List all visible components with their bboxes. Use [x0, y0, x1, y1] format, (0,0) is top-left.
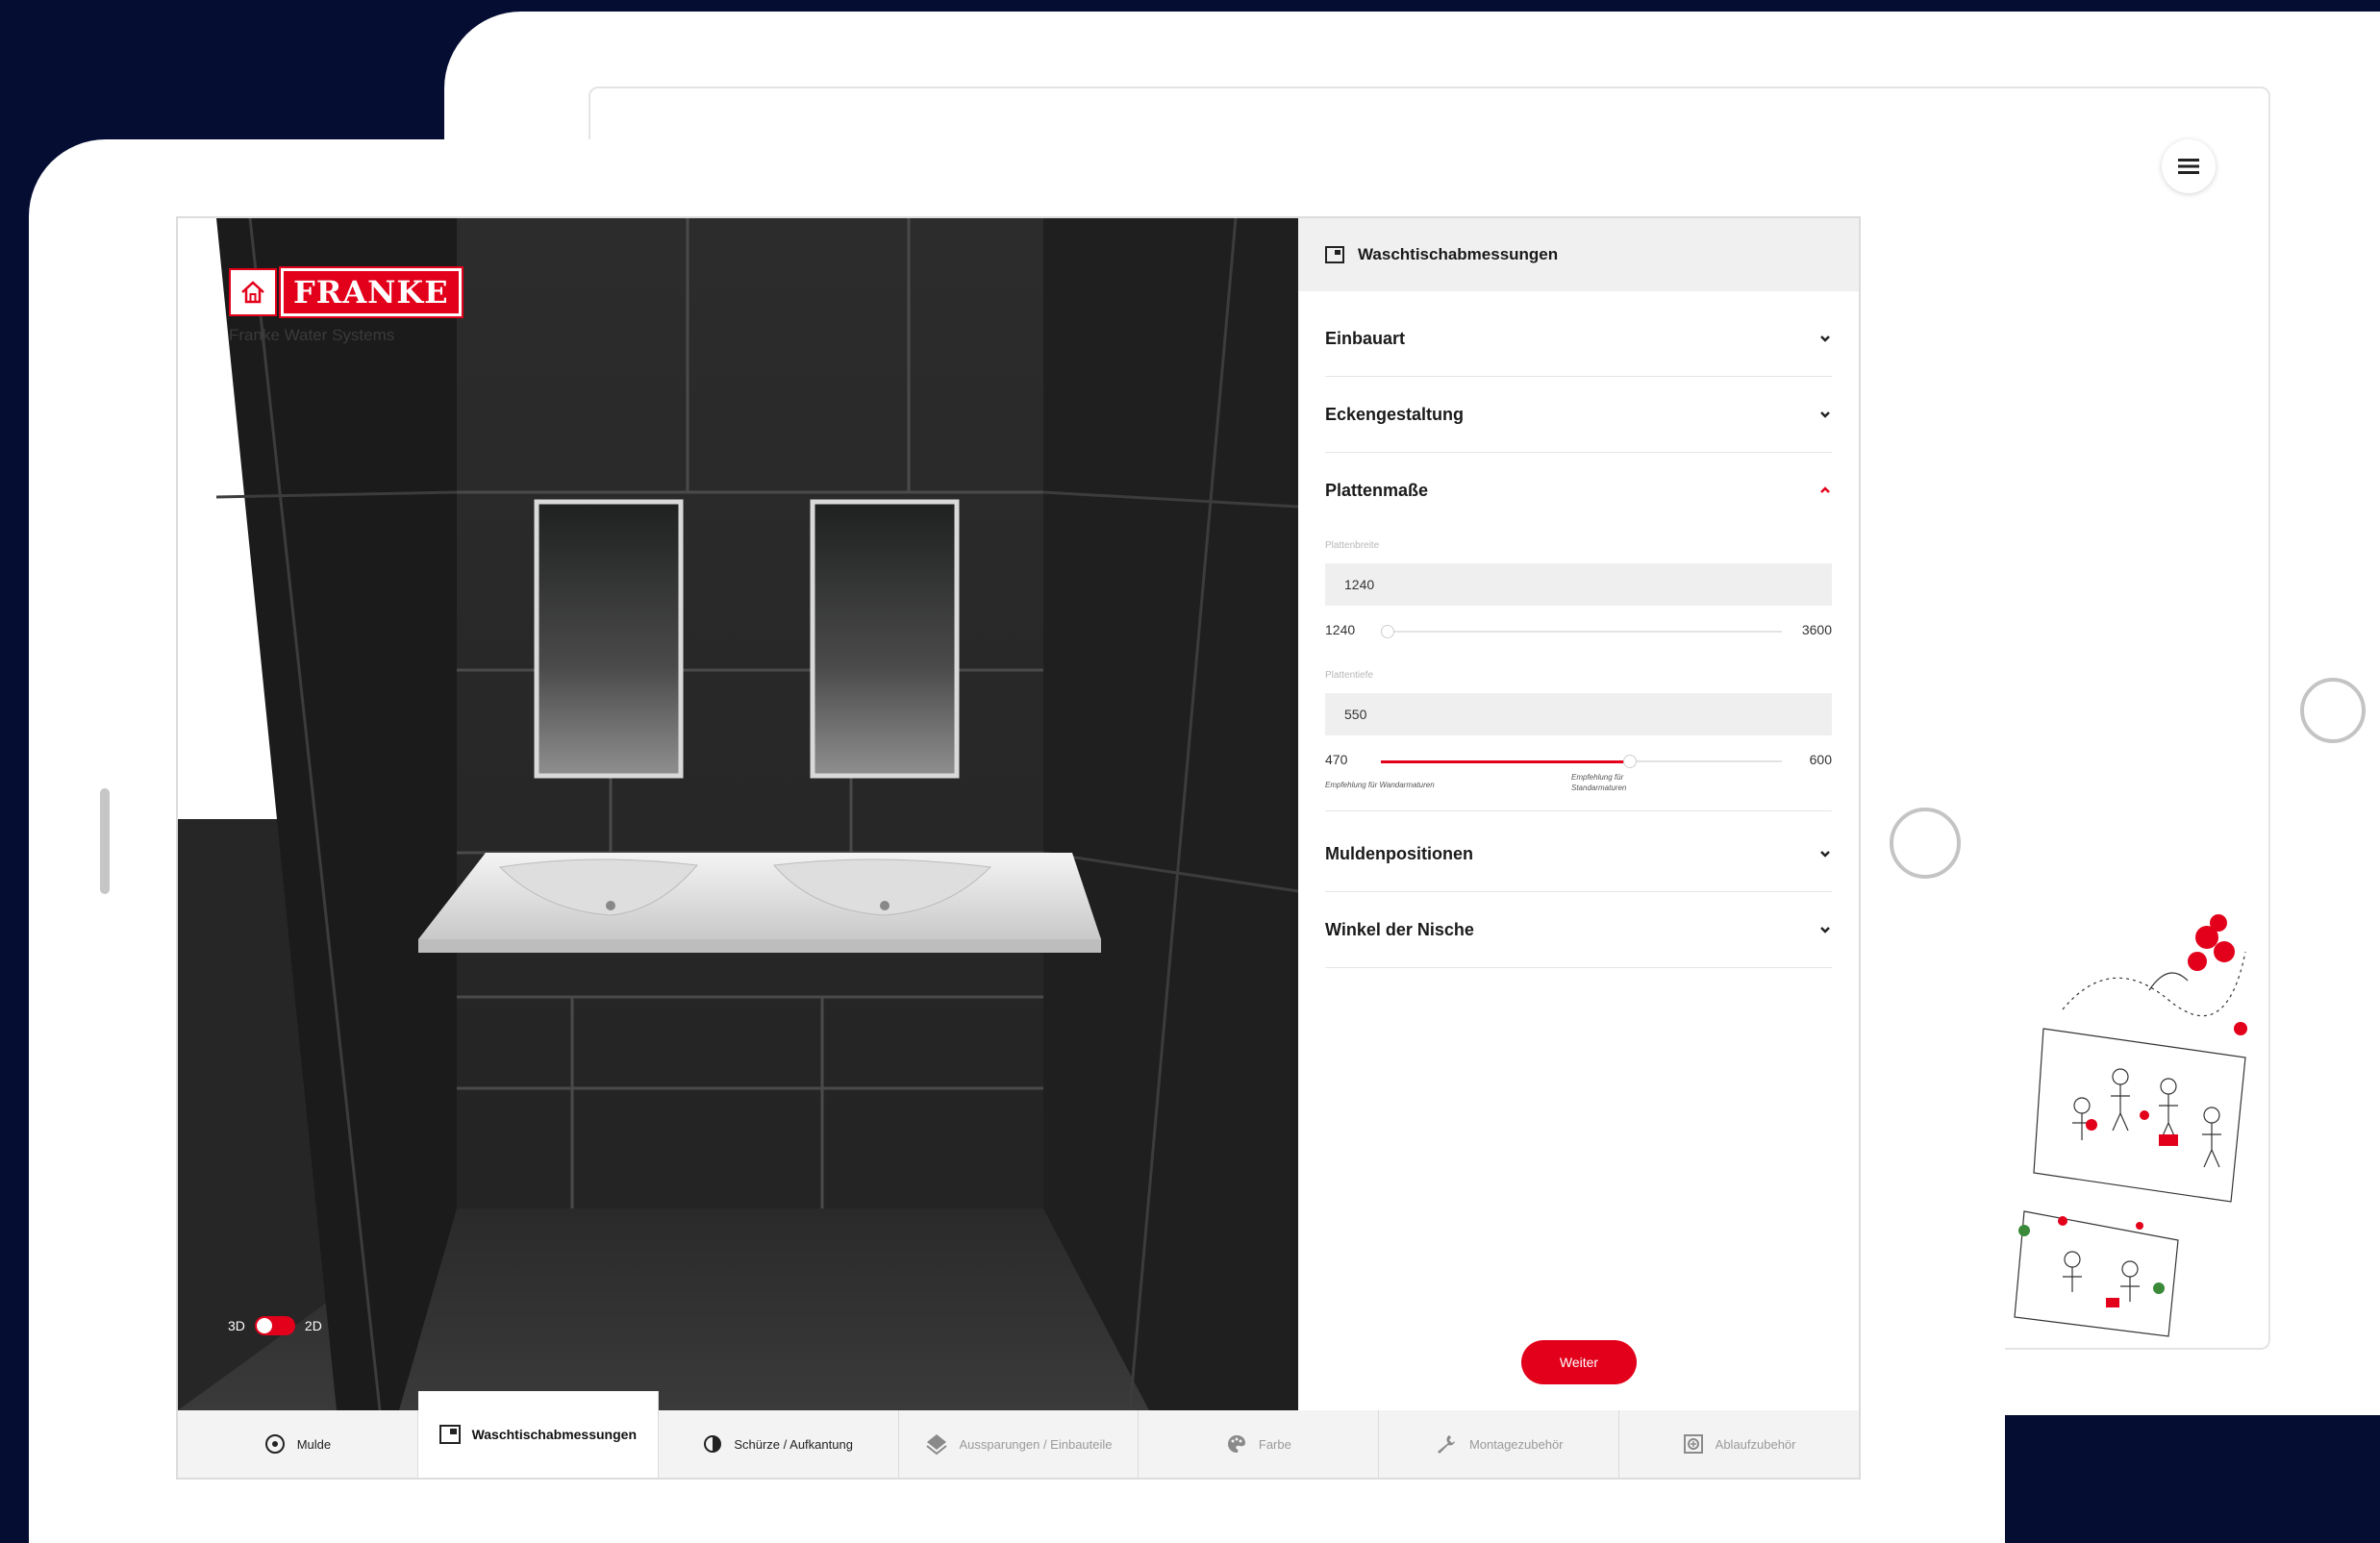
toggle-label-3d: 3D	[228, 1318, 245, 1333]
accordion-label: Einbauart	[1325, 328, 1406, 348]
toggle-label-2d: 2D	[304, 1318, 322, 1333]
menu-icon	[2178, 159, 2199, 174]
brand-logo-group[interactable]: FRANKE	[229, 266, 463, 318]
toggle-switch[interactable]	[254, 1316, 295, 1335]
accordion-einbauart[interactable]: Einbauart	[1325, 301, 1832, 377]
brand-subtitle: Franke Water Systems	[229, 326, 395, 344]
slider-thumb[interactable]	[1381, 625, 1394, 638]
tab-label: Mulde	[296, 1436, 332, 1452]
palette-icon	[1227, 1435, 1245, 1453]
hamburger-menu-button[interactable]	[2162, 139, 2216, 193]
slider-min: 470	[1325, 752, 1348, 767]
view-mode-toggle[interactable]: 3D 2D	[228, 1316, 322, 1335]
accordion-label: Eckengestaltung	[1325, 404, 1465, 424]
front-tablet-side-button	[100, 788, 110, 894]
tab-label: Ablaufzubehör	[1715, 1436, 1796, 1452]
plattenbreite-slider[interactable]: 1240 3600	[1325, 622, 1832, 641]
plattentiefe-input[interactable]: 550	[1325, 693, 1832, 735]
drain-icon	[1683, 1434, 1703, 1454]
wrench-icon	[1437, 1435, 1455, 1454]
slider-track[interactable]	[1381, 755, 1782, 768]
slider-max: 600	[1809, 752, 1832, 767]
hint-wandarmaturen: Empfehlung für Wandarmaturen	[1325, 781, 1435, 789]
next-button[interactable]: Weiter	[1521, 1340, 1637, 1384]
plattenbreite-label: Plattenbreite	[1325, 540, 1380, 551]
bathroom-scene-render	[178, 218, 1298, 1410]
configurator-app: FRANKE Franke Water Systems 3D 2D Wascht…	[176, 216, 1861, 1480]
panel-title: Waschtischabmessungen	[1358, 245, 1559, 263]
dimensions-icon	[438, 1425, 461, 1444]
home-icon[interactable]	[229, 268, 277, 316]
toggle-knob	[256, 1318, 272, 1333]
back-tablet-home-button	[2300, 678, 2366, 743]
accordion-eckengestaltung[interactable]: Eckengestaltung	[1325, 377, 1832, 453]
panel-header: Waschtischabmessungen	[1298, 218, 1859, 291]
accordion-label: Plattenmaße	[1325, 480, 1429, 500]
plattentiefe-label: Plattentiefe	[1325, 670, 1374, 681]
front-tablet-home-button	[1890, 808, 1961, 879]
target-icon	[264, 1434, 285, 1454]
tab-farbe[interactable]: Farbe	[1139, 1410, 1380, 1478]
tab-label: Waschtischabmessungen	[471, 1427, 637, 1442]
tab-ablaufzubehoer[interactable]: Ablaufzubehör	[1619, 1410, 1859, 1478]
plattenbreite-input[interactable]: 1240	[1325, 563, 1832, 606]
accordion-label: Muldenpositionen	[1325, 843, 1473, 863]
chevron-up-icon	[1820, 486, 1830, 493]
3d-viewport[interactable]: FRANKE Franke Water Systems 3D 2D	[178, 218, 1298, 1410]
slider-fill	[1381, 760, 1630, 763]
bottom-tab-bar: Mulde Waschtischabmessungen Schürze / Au…	[178, 1391, 1859, 1478]
config-panel: Waschtischabmessungen Einbauart Eckenges…	[1298, 218, 1859, 1410]
hint-standarmaturen: Empfehlung für Standarmaturen	[1571, 773, 1627, 792]
tab-aussparungen-einbauteile[interactable]: Aussparungen / Einbauteile	[899, 1410, 1140, 1478]
tab-schuerze-aufkantung[interactable]: Schürze / Aufkantung	[659, 1410, 899, 1478]
tab-montagezubehoer[interactable]: Montagezubehör	[1379, 1410, 1620, 1478]
slider-thumb[interactable]	[1622, 755, 1637, 768]
people-illustration	[2014, 914, 2247, 1337]
chevron-down-icon	[1820, 336, 1830, 342]
plattentiefe-slider[interactable]: 470 600	[1325, 752, 1832, 771]
tab-waschtischabmessungen[interactable]: Waschtischabmessungen	[417, 1391, 659, 1478]
tab-label: Aussparungen / Einbauteile	[959, 1436, 1113, 1452]
tab-label: Montagezubehör	[1468, 1436, 1564, 1452]
slider-max: 3600	[1801, 622, 1832, 637]
accordion-label: Winkel der Nische	[1325, 919, 1474, 939]
chevron-down-icon	[1820, 851, 1830, 858]
accordion-winkel-der-nische[interactable]: Winkel der Nische	[1325, 892, 1832, 968]
dimensions-icon	[1325, 246, 1344, 263]
accordion-muldenpositionen[interactable]: Muldenpositionen	[1325, 816, 1832, 892]
slider-min: 1240	[1325, 622, 1356, 637]
tab-label: Schürze / Aufkantung	[734, 1436, 853, 1452]
half-circle-icon	[704, 1435, 722, 1453]
slider-track[interactable]	[1381, 625, 1782, 638]
chevron-down-icon	[1820, 411, 1830, 418]
tab-mulde[interactable]: Mulde	[178, 1410, 418, 1478]
layers-icon	[925, 1434, 947, 1456]
chevron-down-icon	[1820, 927, 1830, 933]
franke-logo: FRANKE	[279, 266, 463, 318]
tab-label: Farbe	[1258, 1436, 1291, 1452]
